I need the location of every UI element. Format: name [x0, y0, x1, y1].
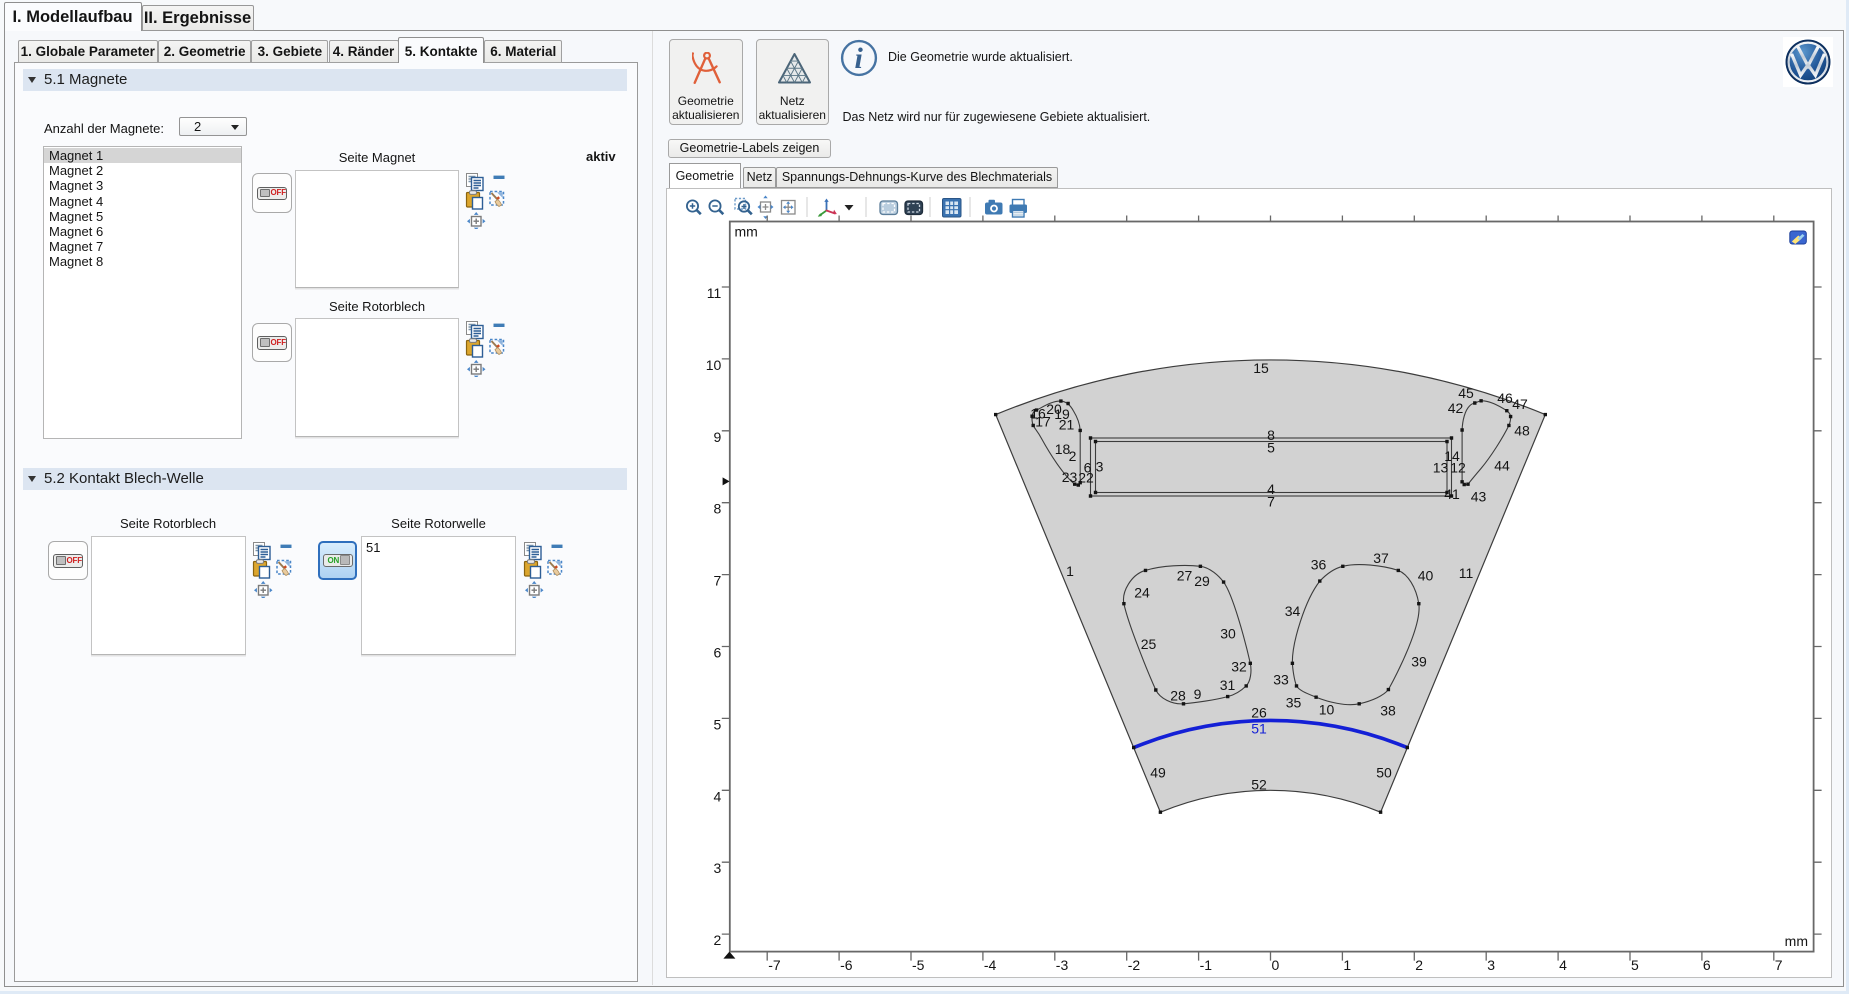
svg-text:5: 5 [714, 716, 722, 732]
svg-text:35: 35 [1286, 695, 1302, 711]
svg-text:36: 36 [1311, 557, 1327, 573]
svg-text:51: 51 [1251, 721, 1267, 737]
svg-text:27: 27 [1177, 568, 1193, 584]
svg-text:-7: -7 [768, 957, 781, 973]
svg-text:29: 29 [1194, 573, 1210, 589]
svg-text:39: 39 [1411, 654, 1427, 670]
svg-text:-2: -2 [1128, 957, 1141, 973]
svg-text:31: 31 [1220, 677, 1236, 693]
svg-text:11: 11 [707, 285, 722, 301]
svg-text:34: 34 [1285, 603, 1301, 619]
svg-text:5: 5 [1631, 957, 1639, 973]
svg-text:21: 21 [1059, 417, 1075, 433]
svg-text:2: 2 [1415, 957, 1423, 973]
svg-text:2: 2 [1069, 448, 1077, 464]
svg-text:24: 24 [1134, 585, 1150, 601]
svg-text:33: 33 [1273, 672, 1289, 688]
svg-text:7: 7 [714, 573, 722, 589]
svg-text:50: 50 [1376, 765, 1392, 781]
svg-text:45: 45 [1458, 385, 1474, 401]
svg-text:17: 17 [1035, 414, 1051, 430]
svg-text:3: 3 [714, 860, 722, 876]
svg-text:26: 26 [1251, 705, 1267, 721]
svg-text:46: 46 [1497, 390, 1513, 406]
svg-text:15: 15 [1253, 360, 1269, 376]
svg-text:9: 9 [1194, 686, 1202, 702]
svg-text:49: 49 [1150, 765, 1166, 781]
svg-text:10: 10 [1319, 702, 1335, 718]
svg-text:12: 12 [1450, 460, 1466, 476]
svg-text:3: 3 [1096, 459, 1104, 475]
svg-text:44: 44 [1494, 458, 1510, 474]
svg-text:6: 6 [1703, 957, 1711, 973]
svg-text:47: 47 [1512, 396, 1528, 412]
svg-text:6: 6 [1084, 460, 1092, 476]
svg-text:0: 0 [1272, 957, 1280, 973]
svg-text:i: i [854, 42, 863, 75]
svg-text:43: 43 [1471, 489, 1487, 505]
svg-text:10: 10 [706, 357, 722, 373]
svg-text:32: 32 [1231, 659, 1247, 675]
svg-text:7: 7 [1267, 494, 1275, 510]
svg-text:mm: mm [735, 224, 758, 240]
svg-text:23: 23 [1062, 469, 1078, 485]
svg-text:1: 1 [1066, 563, 1074, 579]
svg-text:13: 13 [1433, 460, 1449, 476]
svg-text:40: 40 [1418, 568, 1434, 584]
svg-text:1: 1 [1343, 957, 1351, 973]
svg-text:28: 28 [1170, 688, 1186, 704]
svg-text:52: 52 [1251, 777, 1267, 793]
svg-text:2: 2 [714, 932, 722, 948]
svg-text:mm: mm [1785, 933, 1808, 949]
svg-text:-3: -3 [1056, 957, 1069, 973]
svg-text:41: 41 [1444, 486, 1460, 502]
svg-text:37: 37 [1373, 550, 1389, 566]
svg-text:-4: -4 [984, 957, 997, 973]
svg-text:-5: -5 [912, 957, 925, 973]
svg-text:11: 11 [1459, 565, 1474, 581]
svg-text:30: 30 [1220, 626, 1236, 642]
svg-text:9: 9 [714, 429, 722, 445]
svg-text:8: 8 [714, 501, 722, 517]
svg-text:42: 42 [1448, 400, 1464, 416]
svg-text:-6: -6 [840, 957, 853, 973]
svg-text:4: 4 [1559, 957, 1567, 973]
svg-text:38: 38 [1380, 703, 1396, 719]
svg-text:3: 3 [1487, 957, 1495, 973]
svg-text:5: 5 [1267, 440, 1275, 456]
svg-text:25: 25 [1141, 636, 1157, 652]
svg-text:7: 7 [1775, 957, 1783, 973]
svg-text:-1: -1 [1200, 957, 1213, 973]
svg-text:48: 48 [1514, 423, 1530, 439]
svg-text:4: 4 [714, 788, 722, 804]
svg-text:6: 6 [714, 645, 722, 661]
